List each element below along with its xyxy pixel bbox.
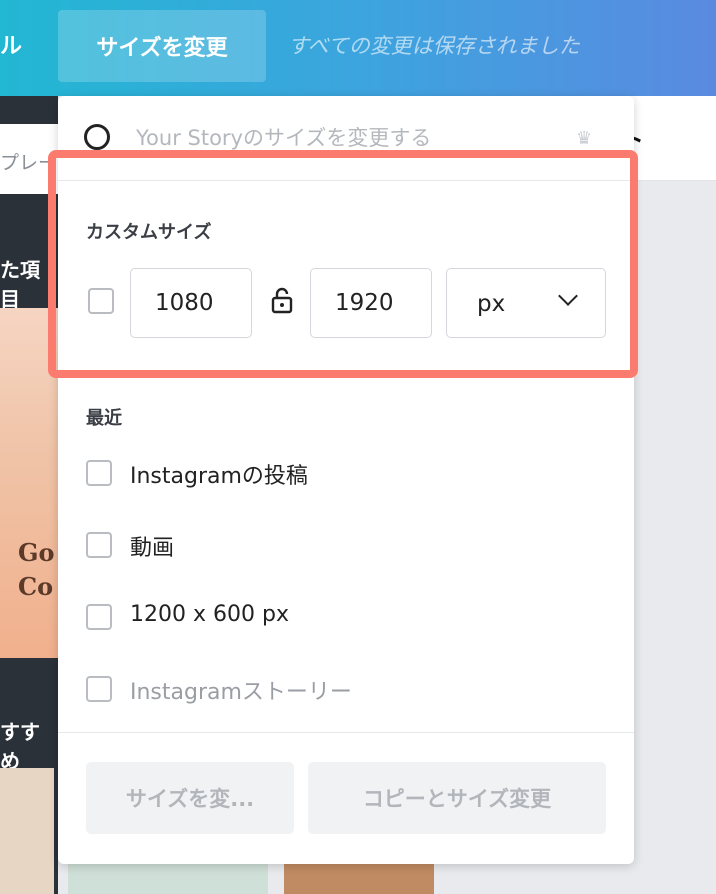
resize-search-input[interactable] [136, 120, 556, 156]
recent-item-1200x600[interactable]: 1200 x 600 px [86, 602, 606, 632]
template-search-field[interactable]: プレー [0, 124, 58, 194]
save-status-text: すべての変更は保存されました [288, 34, 580, 58]
thumbnail-text: Co [18, 572, 54, 601]
recent-item-checkbox[interactable] [86, 460, 112, 486]
lock-icon[interactable] [270, 286, 294, 314]
crown-icon: ♛ [576, 128, 593, 149]
recent-item-label: Instagramの投稿 [130, 464, 308, 489]
custom-size-label: カスタムサイズ [86, 222, 212, 243]
sidebar-heading: た項目 [0, 258, 40, 311]
recent-item-label: Instagramストーリー [130, 680, 352, 705]
width-input[interactable]: 1080 [130, 268, 252, 338]
unit-select[interactable]: px [446, 268, 606, 338]
top-bar: ル サイズを変更 すべての変更は保存されました [0, 0, 716, 96]
recent-item-checkbox[interactable] [86, 532, 112, 558]
left-sidebar: プレー た項目 Go Co すすめ [0, 96, 58, 894]
recent-item-label: 1200 x 600 px [130, 602, 289, 627]
footer-divider [58, 732, 634, 733]
resize-button[interactable]: サイズを変... [86, 762, 294, 834]
resize-dropdown-panel: ♛ カスタムサイズ 1080 1920 px 最近 Instagramの投稿 動… [58, 96, 634, 864]
search-icon [84, 124, 110, 150]
recent-label: 最近 [86, 408, 122, 429]
recent-item-video[interactable]: 動画 [86, 530, 606, 561]
chevron-down-icon [558, 286, 578, 306]
unit-select-value: px [477, 291, 506, 317]
template-thumbnail[interactable] [0, 768, 54, 894]
template-search-placeholder: プレー [0, 152, 58, 174]
copy-and-resize-button[interactable]: コピーとサイズ変更 [308, 762, 606, 834]
recent-item-label: 動画 [130, 536, 175, 561]
resize-menu-button[interactable]: サイズを変更 [58, 10, 266, 82]
topbar-partial-label: ル [0, 34, 23, 59]
thumbnail-text: Go [18, 538, 55, 567]
resize-search-row: ♛ [58, 96, 634, 181]
custom-size-checkbox[interactable] [88, 288, 114, 314]
recent-item-checkbox[interactable] [86, 604, 112, 630]
sidebar-heading: すすめ [0, 720, 40, 773]
recent-item-instagram-post[interactable]: Instagramの投稿 [86, 458, 606, 489]
height-input[interactable]: 1920 [310, 268, 432, 338]
recent-item-instagram-story[interactable]: Instagramストーリー [86, 674, 606, 705]
recent-item-checkbox[interactable] [86, 676, 112, 702]
template-thumbnail[interactable]: Go Co [0, 308, 58, 658]
